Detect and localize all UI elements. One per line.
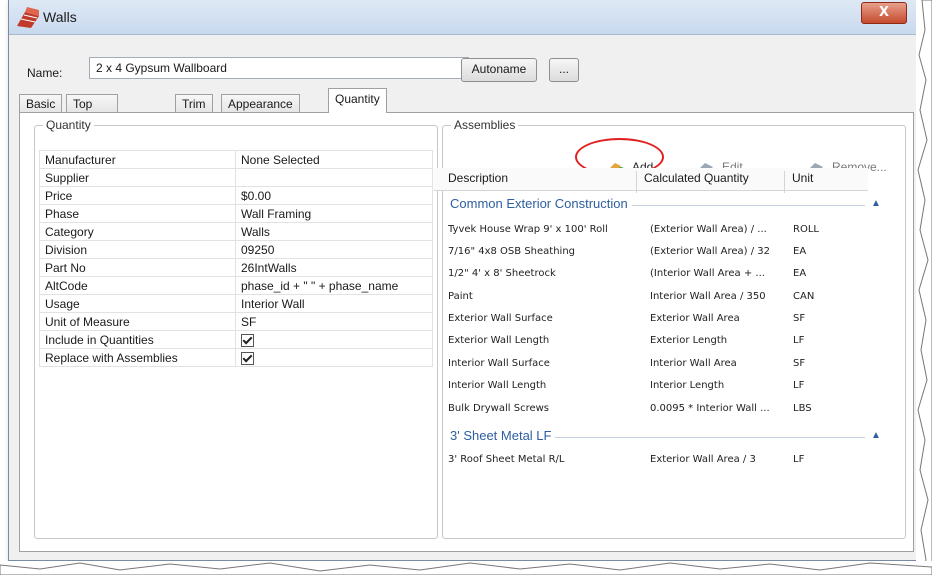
prop-row-part-no[interactable]: Part No 26IntWalls bbox=[39, 258, 433, 277]
row-description: Interior Wall Length bbox=[448, 380, 547, 391]
quantity-group: Quantity Manufacturer None Selected Supp… bbox=[34, 118, 438, 539]
prop-key: Part No bbox=[39, 258, 236, 277]
row-unit: ROLL bbox=[793, 224, 819, 235]
assembly-group-header[interactable]: Common Exterior Construction ▲ bbox=[440, 196, 881, 214]
prop-key: Category bbox=[39, 222, 236, 241]
row-unit: LF bbox=[793, 380, 805, 391]
row-description: Exterior Wall Length bbox=[448, 335, 550, 346]
row-unit: EA bbox=[793, 268, 807, 279]
prop-key: Usage bbox=[39, 294, 236, 313]
close-button[interactable]: X bbox=[861, 2, 907, 24]
collapse-chevron-icon[interactable]: ▲ bbox=[871, 430, 881, 441]
prop-value[interactable]: phase_id + " " + phase_name bbox=[235, 276, 433, 295]
tab-appearance[interactable]: Appearance bbox=[221, 94, 300, 113]
prop-row-category[interactable]: Category Walls bbox=[39, 222, 433, 241]
row-description: Paint bbox=[448, 291, 473, 302]
row-quantity: 0.0095 * Interior Wall ... bbox=[650, 403, 770, 414]
prop-value[interactable] bbox=[235, 330, 433, 349]
prop-row-altcode[interactable]: AltCode phase_id + " " + phase_name bbox=[39, 276, 433, 295]
row-unit: LBS bbox=[793, 403, 812, 414]
prop-row-price[interactable]: Price $0.00 bbox=[39, 186, 433, 205]
prop-row-manufacturer[interactable]: Manufacturer None Selected bbox=[39, 150, 433, 169]
prop-row-replace-with-assemblies[interactable]: Replace with Assemblies bbox=[39, 348, 433, 367]
row-description: Bulk Drywall Screws bbox=[448, 403, 549, 414]
assembly-group-title: 3' Sheet Metal LF bbox=[450, 428, 556, 443]
assemblies-column-header: Description Calculated Quantity Unit bbox=[434, 168, 868, 193]
prop-value[interactable]: 26IntWalls bbox=[235, 258, 433, 277]
replace-with-assemblies-checkbox[interactable] bbox=[241, 351, 254, 365]
prop-key: Price bbox=[39, 186, 236, 205]
column-calculated-quantity[interactable]: Calculated Quantity bbox=[644, 171, 749, 185]
prop-row-unit-of-measure[interactable]: Unit of Measure SF bbox=[39, 312, 433, 331]
prop-value[interactable] bbox=[235, 348, 433, 367]
tab-quantity[interactable]: Quantity bbox=[328, 88, 387, 113]
autoname-button[interactable]: Autoname bbox=[461, 58, 537, 82]
title-bar: Walls X bbox=[9, 0, 925, 35]
row-unit: CAN bbox=[793, 291, 815, 302]
prop-value[interactable]: SF bbox=[235, 312, 433, 331]
row-quantity: (Exterior Wall Area) / 32 bbox=[650, 246, 770, 257]
column-unit[interactable]: Unit bbox=[792, 171, 813, 185]
torn-edge-right bbox=[916, 0, 932, 575]
prop-value[interactable]: Wall Framing bbox=[235, 204, 433, 223]
row-quantity: (Interior Wall Area + ... bbox=[650, 268, 765, 279]
tab-top-and-bottom[interactable]: Top and Bottom bbox=[66, 94, 119, 147]
prop-row-include-in-quantities[interactable]: Include in Quantities bbox=[39, 330, 433, 349]
row-quantity: Exterior Wall Area bbox=[650, 313, 740, 324]
prop-key: Unit of Measure bbox=[39, 312, 236, 331]
row-quantity: (Exterior Wall Area) / ... bbox=[650, 224, 767, 235]
tab-trim[interactable]: Trim bbox=[175, 94, 213, 113]
prop-key: Include in Quantities bbox=[39, 330, 236, 349]
assemblies-group-label: Assemblies bbox=[451, 118, 519, 132]
prop-value[interactable]: $0.00 bbox=[235, 186, 433, 205]
prop-value[interactable] bbox=[235, 168, 433, 187]
torn-edge-bottom bbox=[0, 561, 932, 575]
row-description: Interior Wall Surface bbox=[448, 358, 550, 369]
row-quantity: Interior Wall Area bbox=[650, 358, 737, 369]
row-unit: EA bbox=[793, 246, 807, 257]
tab-basic[interactable]: Basic bbox=[19, 94, 63, 113]
include-in-quantities-checkbox[interactable] bbox=[241, 333, 254, 347]
row-quantity: Interior Length bbox=[650, 380, 725, 391]
assembly-group-title: Common Exterior Construction bbox=[450, 196, 632, 211]
prop-row-usage[interactable]: Usage Interior Wall bbox=[39, 294, 433, 313]
row-description: 3' Roof Sheet Metal R/L bbox=[448, 454, 565, 465]
row-description: 1/2" 4' x 8' Sheetrock bbox=[448, 268, 556, 279]
walls-icon bbox=[17, 7, 39, 28]
row-quantity: Interior Wall Area / 350 bbox=[650, 291, 766, 302]
prop-row-supplier[interactable]: Supplier bbox=[39, 168, 433, 187]
row-unit: SF bbox=[793, 358, 806, 369]
row-quantity: Exterior Length bbox=[650, 335, 728, 346]
prop-value[interactable]: Interior Wall bbox=[235, 294, 433, 313]
prop-key: Phase bbox=[39, 204, 236, 223]
prop-value[interactable]: 09250 bbox=[235, 240, 433, 259]
row-unit: LF bbox=[793, 454, 805, 465]
quantity-group-label: Quantity bbox=[43, 118, 94, 132]
prop-row-division[interactable]: Division 09250 bbox=[39, 240, 433, 259]
row-unit: SF bbox=[793, 313, 806, 324]
prop-row-phase[interactable]: Phase Wall Framing bbox=[39, 204, 433, 223]
prop-value[interactable]: Walls bbox=[235, 222, 433, 241]
quantity-properties-table: Manufacturer None Selected Supplier Pric… bbox=[39, 150, 433, 367]
name-input[interactable]: 2 x 4 Gypsum Wallboard bbox=[89, 57, 469, 79]
row-description: Tyvek House Wrap 9' x 100' Roll bbox=[448, 224, 608, 235]
prop-key: AltCode bbox=[39, 276, 236, 295]
row-unit: LF bbox=[793, 335, 805, 346]
browse-button[interactable]: ... bbox=[549, 58, 579, 82]
column-description[interactable]: Description bbox=[448, 171, 508, 185]
prop-key: Division bbox=[39, 240, 236, 259]
row-description: Exterior Wall Surface bbox=[448, 313, 553, 324]
row-quantity: Exterior Wall Area / 3 bbox=[650, 454, 756, 465]
row-description: 7/16" 4x8 OSB Sheathing bbox=[448, 246, 576, 257]
assembly-group-header[interactable]: 3' Sheet Metal LF ▲ bbox=[440, 428, 881, 446]
name-label: Name: bbox=[27, 66, 63, 80]
window-title: Walls bbox=[43, 9, 77, 25]
walls-dialog: Walls X Name: 2 x 4 Gypsum Wallboard Aut… bbox=[8, 0, 926, 561]
prop-key: Replace with Assemblies bbox=[39, 348, 236, 367]
prop-value[interactable]: None Selected bbox=[235, 150, 433, 169]
collapse-chevron-icon[interactable]: ▲ bbox=[871, 198, 881, 209]
prop-key: Supplier bbox=[39, 168, 236, 187]
prop-key: Manufacturer bbox=[39, 150, 236, 169]
